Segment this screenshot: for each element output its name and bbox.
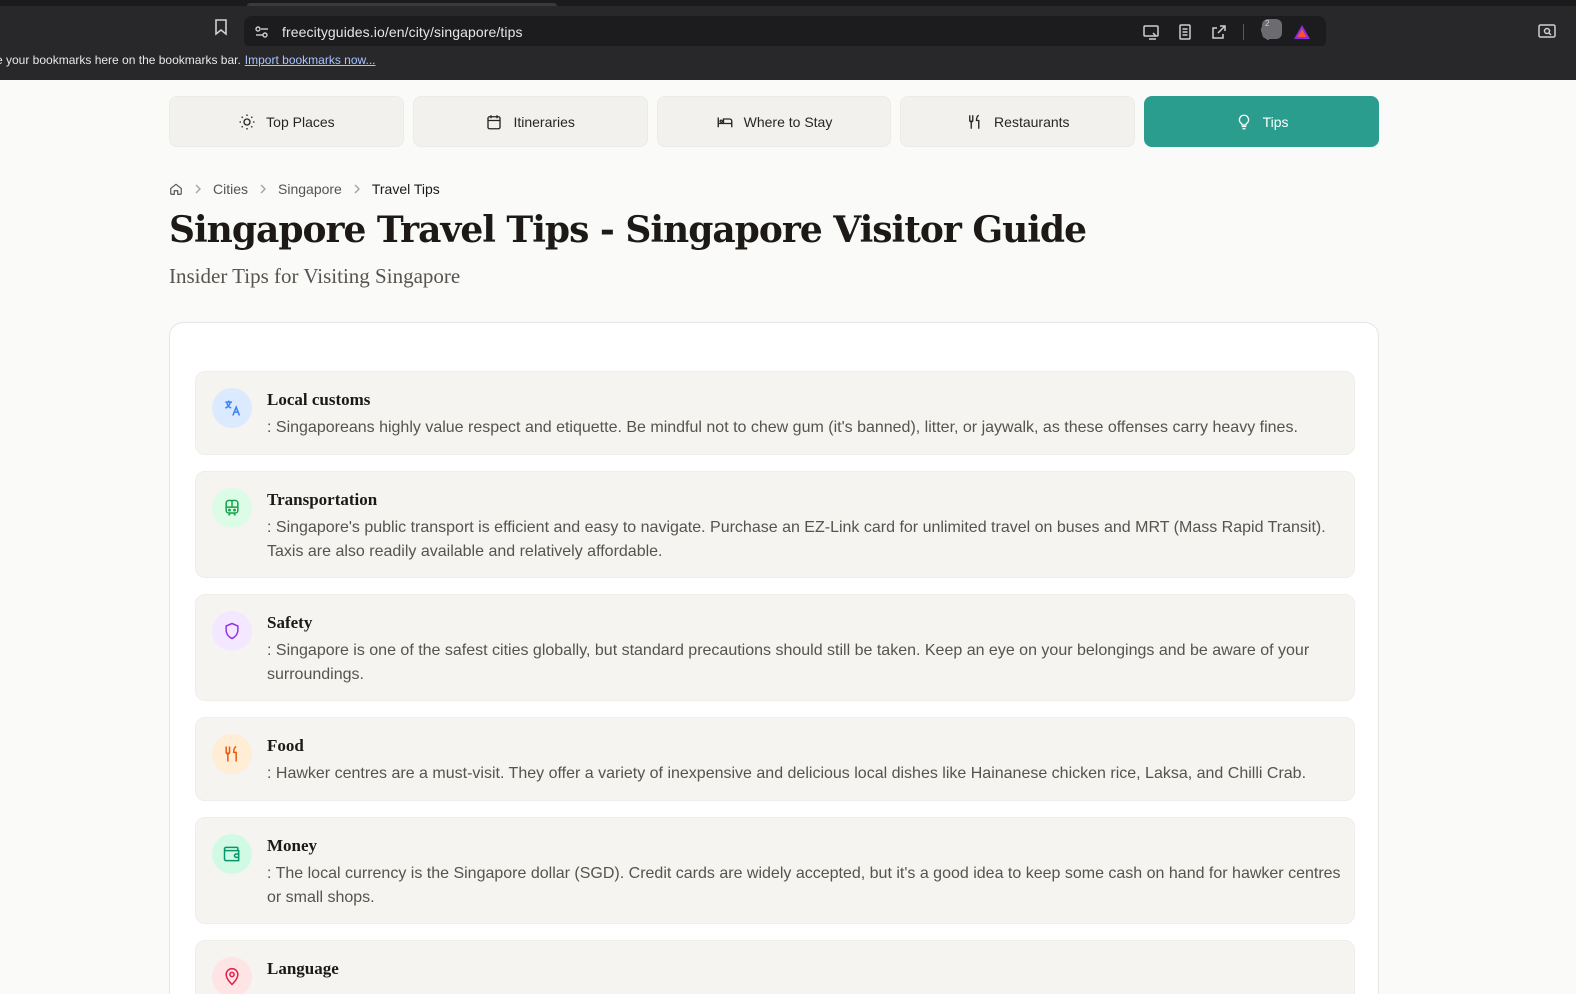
tip-money: Money : The local currency is the Singap…: [195, 817, 1355, 924]
tab-label: Restaurants: [994, 113, 1070, 130]
tip-local-customs: Local customs : Singaporeans highly valu…: [195, 371, 1355, 455]
tip-text: : The local currency is the Singapore do…: [267, 865, 1341, 906]
tip-title: Transportation: [267, 490, 378, 509]
tip-transportation: Transportation : Singapore's public tran…: [195, 471, 1355, 578]
breadcrumb-singapore[interactable]: Singapore: [278, 181, 342, 197]
sidebar-search-icon[interactable]: [1537, 21, 1557, 41]
shields-count-badge: 2: [1262, 19, 1282, 39]
tip-text: : Singaporeans highly value respect and …: [267, 419, 1298, 436]
calendar-icon: [487, 114, 502, 129]
reader-mode-icon[interactable]: [1175, 22, 1195, 42]
city-nav-tabs: Top Places Itineraries Where to Stay Res…: [169, 96, 1379, 147]
tip-text: : Singapore is one of the safest cities …: [267, 642, 1310, 683]
tip-food: Food : Hawker centres are a must-visit. …: [195, 717, 1355, 801]
breadcrumb: Cities Singapore Travel Tips: [169, 180, 440, 198]
tips-card: Local customs : Singaporeans highly valu…: [169, 322, 1379, 994]
bookmarks-bar-message: e your bookmarks here on the bookmarks b…: [0, 53, 376, 67]
tip-text: : Singapore's public transport is effici…: [267, 519, 1326, 560]
sun-icon: [239, 114, 255, 129]
tip-title: Money: [267, 836, 318, 855]
tip-text: : Hawker centres are a must-visit. They …: [267, 765, 1307, 782]
tip-title: Food: [267, 736, 304, 755]
address-bar[interactable]: freecityguides.io/en/city/singapore/tips…: [244, 16, 1326, 48]
bed-icon: [717, 117, 733, 127]
site-settings-icon[interactable]: [254, 24, 270, 40]
tip-title: Local customs: [267, 390, 371, 409]
lightbulb-icon: [1238, 114, 1249, 129]
tab-label: Top Places: [266, 113, 335, 130]
utensils-icon: [212, 734, 252, 774]
bookmark-icon[interactable]: [211, 17, 231, 37]
page-title: Singapore Travel Tips - Singapore Visito…: [169, 209, 1087, 251]
cast-icon[interactable]: [1141, 22, 1161, 42]
train-icon: [212, 488, 252, 528]
shield-icon: [212, 611, 252, 651]
breadcrumb-current: Travel Tips: [371, 181, 440, 197]
chevron-right-icon: [354, 184, 360, 194]
tab-itineraries[interactable]: Itineraries: [412, 96, 648, 147]
tab-label: Itineraries: [513, 113, 575, 130]
tab-tips[interactable]: Tips: [1144, 96, 1379, 147]
brave-shields-icon[interactable]: 2: [1258, 19, 1282, 42]
breadcrumb-cities[interactable]: Cities: [213, 181, 248, 197]
tab-label: Where to Stay: [743, 113, 833, 130]
wallet-icon: [212, 834, 252, 874]
tip-title: Safety: [267, 613, 313, 632]
import-bookmarks-link[interactable]: Import bookmarks now...: [245, 53, 376, 67]
bookmarks-bar: e your bookmarks here on the bookmarks b…: [0, 46, 1576, 80]
chevron-right-icon: [195, 184, 201, 194]
url-text[interactable]: freecityguides.io/en/city/singapore/tips: [282, 24, 523, 40]
tab-restaurants[interactable]: Restaurants: [900, 96, 1136, 147]
home-icon[interactable]: [169, 182, 183, 196]
page-subtitle: Insider Tips for Visiting Singapore: [169, 264, 461, 288]
map-pin-icon: [212, 957, 252, 994]
translate-icon: [212, 388, 252, 428]
tip-title: Language: [267, 959, 339, 978]
toolbar-divider: [1243, 24, 1244, 40]
address-bar-actions: 2: [1141, 19, 1312, 42]
tab-label: Tips: [1262, 113, 1289, 130]
share-icon[interactable]: [1209, 22, 1229, 42]
chevron-right-icon: [260, 184, 267, 194]
bookmarks-bar-text: e your bookmarks here on the bookmarks b…: [0, 53, 241, 67]
utensils-icon: [969, 114, 980, 129]
browser-toolbar: freecityguides.io/en/city/singapore/tips…: [0, 6, 1576, 48]
tab-top-places[interactable]: Top Places: [169, 96, 404, 147]
tab-where-to-stay[interactable]: Where to Stay: [656, 96, 892, 147]
brave-rewards-icon[interactable]: [1292, 22, 1312, 42]
tip-safety: Safety : Singapore is one of the safest …: [195, 594, 1355, 701]
tip-language: Language: [195, 940, 1355, 994]
